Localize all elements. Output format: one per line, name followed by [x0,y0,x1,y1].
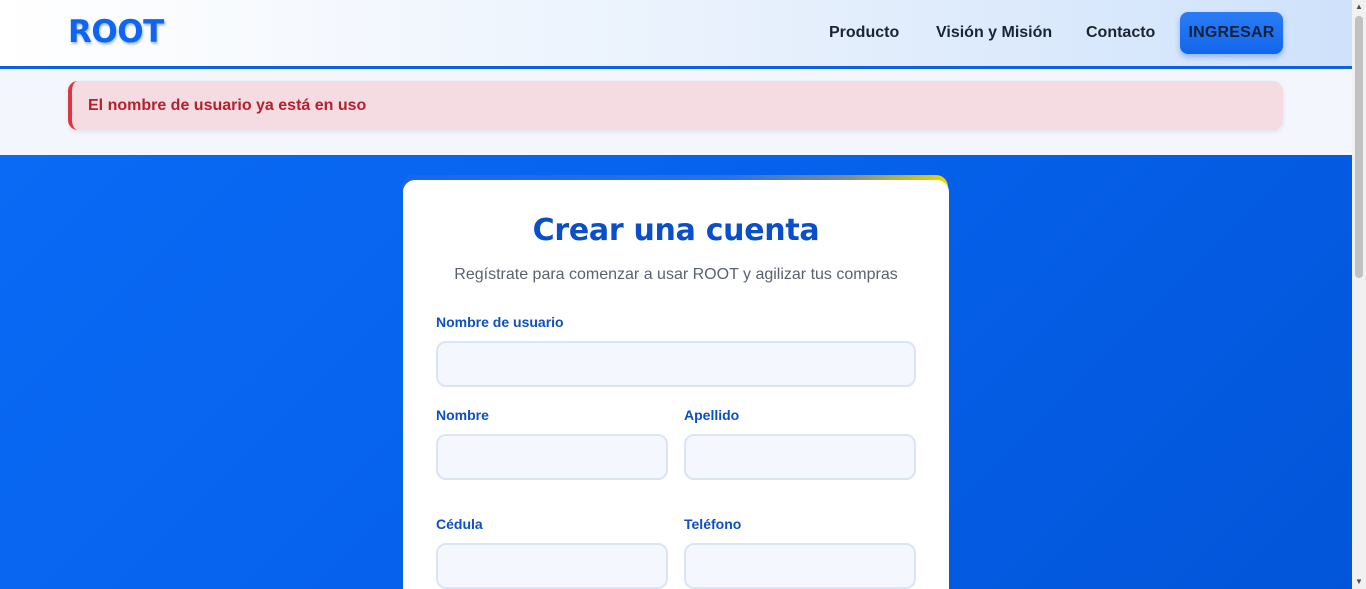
phone-label: Teléfono [684,516,742,532]
alert-band: El nombre de usuario ya está en uso [0,69,1352,155]
site-header: ROOT Producto Visión y Misión Contacto I… [0,0,1352,69]
username-input[interactable] [436,341,916,387]
id-number-label: Cédula [436,516,483,532]
scroll-down-arrow-icon[interactable]: ▼ [1352,575,1366,589]
username-label: Nombre de usuario [436,314,564,330]
last-name-label: Apellido [684,407,740,423]
page: ROOT Producto Visión y Misión Contacto I… [0,0,1366,589]
login-button[interactable]: INGRESAR [1180,12,1283,54]
scrollbar-thumb[interactable] [1355,16,1363,278]
form-title: Crear una cuenta [532,213,820,248]
nav-link-producto[interactable]: Producto [829,24,899,42]
error-alert-message: El nombre de usuario ya está en uso [88,96,367,114]
phone-input[interactable] [684,543,916,589]
scroll-up-arrow-icon[interactable]: ▲ [1352,0,1366,14]
id-number-input[interactable] [436,543,668,589]
error-alert: El nombre de usuario ya está en uso [68,81,1283,130]
nav-link-contacto[interactable]: Contacto [1086,24,1155,42]
logo[interactable]: ROOT [68,14,164,50]
last-name-input[interactable] [684,434,916,480]
register-card: Crear una cuenta Regístrate para comenza… [403,180,949,589]
form-subtitle: Regístrate para comenzar a usar ROOT y a… [454,266,898,283]
first-name-input[interactable] [436,434,668,480]
page-scrollbar[interactable]: ▲ ▼ [1352,0,1366,589]
register-section: Crear una cuenta Regístrate para comenza… [0,155,1352,589]
nav-link-vision-mision[interactable]: Visión y Misión [936,24,1052,42]
first-name-label: Nombre [436,407,489,423]
